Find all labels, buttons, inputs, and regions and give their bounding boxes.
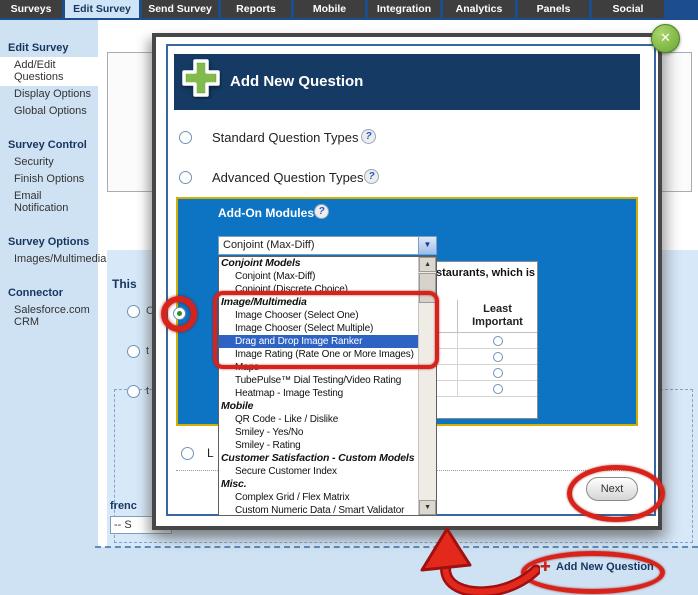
sidebar-section-connector: Connector [0, 285, 98, 302]
help-icon[interactable]: ? [314, 204, 329, 219]
answer-radio-1[interactable] [127, 305, 140, 318]
sidebar-item-security[interactable]: Security [0, 154, 98, 171]
dropdown-group-header: Conjoint Models [219, 257, 418, 270]
sidebar-section-survey-control: Survey Control [0, 137, 98, 154]
preview-col-least-important: Least Important [458, 300, 537, 332]
dropdown-option[interactable]: TubePulse™ Dial Testing/Video Rating [219, 374, 418, 387]
app-screen: Surveys Edit Survey Send Survey Reports … [0, 0, 698, 595]
advanced-types-label: Advanced Question Types [212, 170, 364, 185]
tab-integration[interactable]: Integration [368, 0, 440, 18]
field-label-fragment: frenc [110, 500, 137, 512]
sidebar: Edit Survey Add/Edit Questions Display O… [0, 40, 98, 331]
help-icon[interactable]: ? [361, 129, 376, 144]
dashed-separator [95, 546, 698, 548]
addon-select-value: Conjoint (Max-Diff) [223, 239, 315, 251]
tab-analytics[interactable]: Analytics [443, 0, 515, 18]
preview-question-fragment: staurants, which is [436, 267, 535, 279]
sidebar-section-edit-survey: Edit Survey [0, 40, 98, 57]
tab-mobile[interactable]: Mobile [294, 0, 365, 18]
scroll-up-icon[interactable]: ▲ [419, 257, 436, 272]
help-icon[interactable]: ? [364, 169, 379, 184]
addon-modules-select[interactable]: Conjoint (Max-Diff) ▼ [218, 236, 437, 255]
standard-types-radio[interactable] [179, 131, 192, 144]
annotation-rect-image-multimedia [213, 291, 439, 369]
sidebar-item-images-multimedia[interactable]: Images/Multimedia [0, 251, 98, 268]
dropdown-option[interactable]: Custom Numeric Data / Smart Validator [219, 504, 418, 517]
dropdown-option[interactable]: Secure Customer Index [219, 465, 418, 478]
advanced-types-radio[interactable] [179, 171, 192, 184]
standard-types-label: Standard Question Types [212, 130, 358, 145]
question-text-fragment: This [112, 277, 137, 291]
chevron-down-icon[interactable]: ▼ [418, 237, 436, 254]
library-option-label-fragment: L [207, 446, 214, 460]
sidebar-section-survey-options: Survey Options [0, 234, 98, 251]
red-plus-icon: ✚ [540, 559, 551, 575]
tab-edit-survey[interactable]: Edit Survey [65, 0, 139, 18]
dropdown-option[interactable]: Heatmap - Image Testing [219, 387, 418, 400]
answer-label-fragment-3: t [146, 385, 149, 397]
annotation-oval-next [567, 465, 665, 522]
close-icon[interactable]: ✕ [651, 24, 680, 53]
dropdown-group-header: Mobile [219, 400, 418, 413]
addon-modules-radio-checked[interactable] [173, 307, 186, 320]
addon-modules-label: Add-On Modules [218, 206, 314, 220]
sidebar-item-display-options[interactable]: Display Options [0, 86, 98, 103]
tab-social[interactable]: Social [592, 0, 664, 18]
dropdown-option[interactable]: Conjoint (Max-Diff) [219, 270, 418, 283]
dropdown-option[interactable]: QR Code - Like / Dislike [219, 413, 418, 426]
annotation-arrow-icon [402, 524, 540, 595]
sidebar-item-email-notification[interactable]: Email Notification [0, 188, 98, 217]
top-nav: Surveys Edit Survey Send Survey Reports … [0, 0, 698, 20]
tab-reports[interactable]: Reports [221, 0, 291, 18]
answer-radio-2[interactable] [127, 345, 140, 358]
library-option-radio[interactable] [181, 447, 194, 460]
scroll-down-icon[interactable]: ▼ [419, 500, 436, 515]
sidebar-item-global-options[interactable]: Global Options [0, 103, 98, 120]
preview-radio[interactable] [493, 384, 503, 394]
green-plus-icon [180, 57, 222, 104]
tab-panels[interactable]: Panels [518, 0, 589, 18]
dialog-title: Add New Question [230, 73, 363, 90]
tab-send-survey[interactable]: Send Survey [142, 0, 218, 18]
answer-radio-3[interactable] [127, 385, 140, 398]
dropdown-group-header: Customer Satisfaction - Custom Models [219, 452, 418, 465]
add-new-question-link[interactable]: Add New Question [556, 561, 654, 573]
answer-label-fragment-2: t [146, 345, 149, 357]
preview-radio[interactable] [493, 336, 503, 346]
dropdown-option[interactable]: Smiley - Yes/No [219, 426, 418, 439]
dropdown-option[interactable]: Smiley - Rating [219, 439, 418, 452]
tab-surveys[interactable]: Surveys [0, 0, 62, 18]
sidebar-item-salesforce-crm[interactable]: Salesforce.com CRM [0, 302, 98, 331]
sidebar-item-finish-options[interactable]: Finish Options [0, 171, 98, 188]
preview-radio[interactable] [493, 368, 503, 378]
dropdown-option[interactable]: Complex Grid / Flex Matrix [219, 491, 418, 504]
preview-radio[interactable] [493, 352, 503, 362]
dropdown-group-header: Misc. [219, 478, 418, 491]
sidebar-item-add-edit-questions[interactable]: Add/Edit Questions [0, 57, 107, 86]
